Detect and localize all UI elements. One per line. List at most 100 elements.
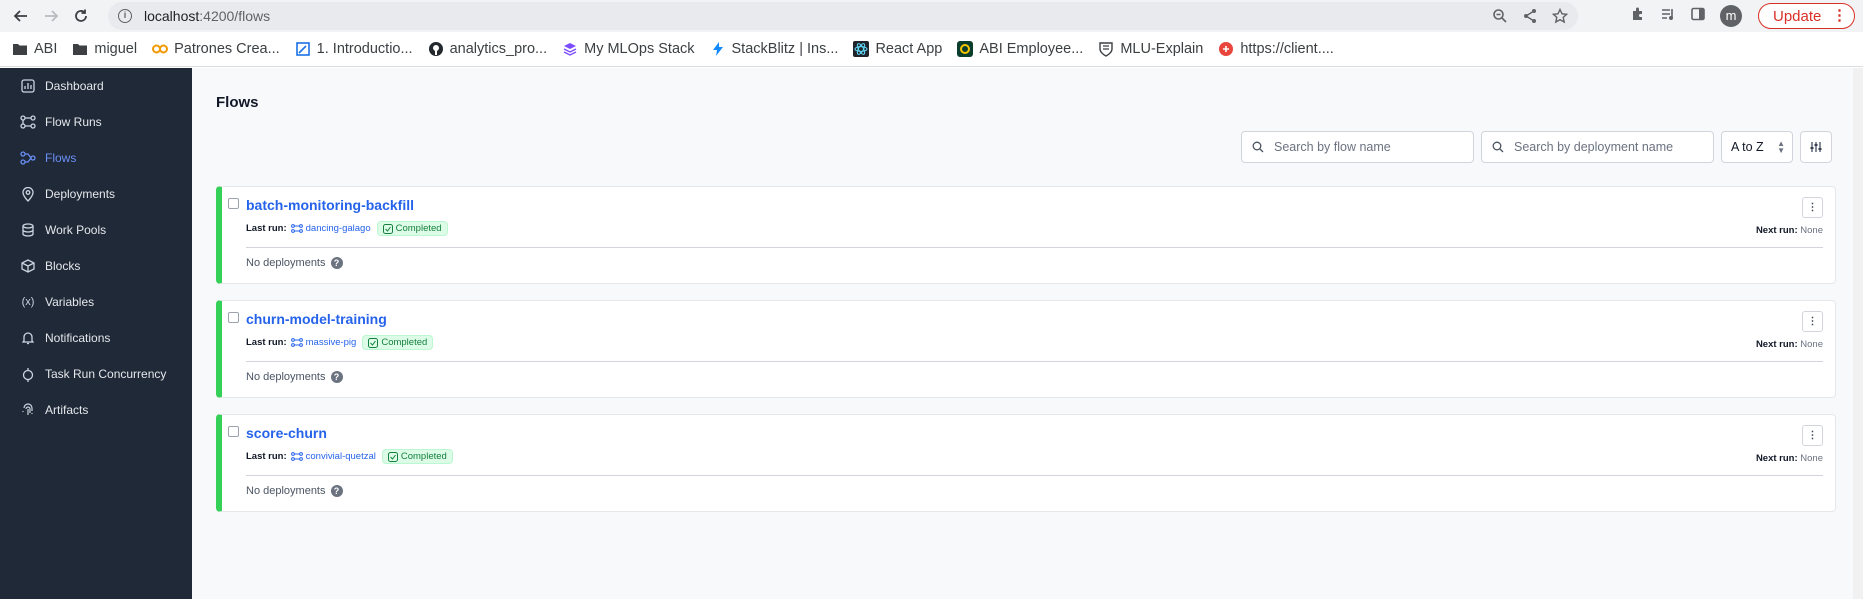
last-run-info: Last run: convivial-quetzal Completed: [246, 449, 453, 464]
dashboard-icon: [20, 78, 36, 94]
card-divider: [246, 475, 1823, 476]
sort-caret-icon: ▲ ▼: [1777, 139, 1785, 155]
page-scrollbar[interactable]: [1853, 68, 1863, 599]
bookmark-mlops[interactable]: My MLOps Stack: [562, 41, 695, 57]
react-icon: [853, 41, 870, 57]
bookmark-abi[interactable]: ABI: [12, 41, 57, 57]
sidebar-item-notifications[interactable]: Notifications: [0, 320, 192, 356]
sidebar-item-work-pools[interactable]: Work Pools: [0, 212, 192, 248]
bookmark-stackblitz[interactable]: StackBlitz | Ins...: [710, 41, 838, 57]
bookmark-mlu-explain[interactable]: MLU-Explain: [1098, 41, 1203, 57]
bolt-icon: [710, 41, 726, 57]
sidebar-item-task-run-concurrency[interactable]: Task Run Concurrency: [0, 356, 192, 392]
doc-icon: [295, 41, 311, 57]
extensions-puzzle-icon[interactable]: [1630, 6, 1646, 27]
deployments-info: No deployments?: [246, 485, 343, 497]
sidebar-item-flows[interactable]: Flows: [0, 140, 192, 176]
check-badge-icon: [382, 223, 393, 234]
bell-icon: [20, 330, 36, 346]
bookmark-client[interactable]: https://client....: [1218, 41, 1334, 57]
sidebar-item-artifacts[interactable]: Artifacts: [0, 392, 192, 428]
search-icon: [1252, 141, 1264, 153]
bookmark-abi-employee[interactable]: ABI Employee...: [957, 41, 1083, 57]
help-icon[interactable]: ?: [330, 371, 343, 383]
bookmarks-bar: ABI miguel Patrones Crea... 1. Introduct…: [0, 32, 1863, 67]
search-flow-input[interactable]: Search by flow name: [1241, 131, 1474, 163]
bookmark-react-app[interactable]: React App: [853, 41, 942, 57]
flow-run-icon: [290, 452, 303, 461]
concurrency-icon: [20, 366, 36, 382]
shield-icon: [1098, 41, 1114, 57]
sidebar-item-flow-runs[interactable]: Flow Runs: [0, 104, 192, 140]
status-badge: Completed: [376, 221, 448, 236]
folder-icon: [12, 41, 28, 57]
address-bar[interactable]: i localhost:4200/flows: [108, 2, 1578, 30]
bookmark-analytics[interactable]: analytics_pro...: [428, 41, 547, 57]
sidebar-item-dashboard[interactable]: Dashboard: [0, 68, 192, 104]
card-divider: [246, 361, 1823, 362]
site-info-icon[interactable]: i: [118, 9, 132, 23]
next-run-info: Next run: None: [1755, 453, 1823, 464]
search-deployment-placeholder: Search by deployment name: [1514, 140, 1674, 154]
sort-select[interactable]: A to Z ▲ ▼: [1721, 131, 1793, 163]
flow-menu-button[interactable]: ⋮: [1802, 311, 1823, 332]
flow-select-checkbox[interactable]: [228, 198, 239, 209]
update-button[interactable]: Update ⋮: [1758, 3, 1855, 29]
check-badge-icon: [387, 451, 398, 462]
sidebar-item-blocks[interactable]: Blocks: [0, 248, 192, 284]
back-arrow-icon[interactable]: [6, 1, 36, 31]
last-run-info: Last run: dancing-galago Completed: [246, 221, 448, 236]
media-control-icon[interactable]: [1660, 6, 1676, 27]
fingerprint-icon: [20, 402, 36, 418]
sidebar: Dashboard Flow Runs Flows Deployments Wo…: [0, 68, 192, 599]
flow-name-link[interactable]: score-churn: [246, 425, 327, 441]
flow-name-link[interactable]: batch-monitoring-backfill: [246, 197, 414, 213]
flow-card: churn-model-training ⋮ Last run: massive…: [216, 300, 1836, 398]
filter-settings-button[interactable]: [1800, 131, 1832, 163]
next-run-info: Next run: None: [1755, 225, 1823, 236]
flow-select-checkbox[interactable]: [228, 426, 239, 437]
search-flow-placeholder: Search by flow name: [1274, 140, 1391, 154]
flow-name-link[interactable]: churn-model-training: [246, 311, 387, 327]
forward-arrow-icon[interactable]: [36, 1, 66, 31]
deployments-icon: [20, 186, 36, 202]
sidebar-item-deployments[interactable]: Deployments: [0, 176, 192, 212]
check-badge-icon: [368, 337, 379, 348]
bookmark-introduccion[interactable]: 1. Introductio...: [295, 41, 413, 57]
abi-icon: [957, 41, 974, 57]
flow-card: score-churn ⋮ Last run: convivial-quetza…: [216, 414, 1836, 512]
last-run-link[interactable]: massive-pig: [290, 337, 356, 348]
help-icon[interactable]: ?: [330, 485, 343, 497]
last-run-link[interactable]: convivial-quetzal: [290, 451, 376, 462]
filters-bar: Search by flow name Search by deployment…: [1241, 131, 1832, 163]
github-icon: [428, 41, 444, 57]
profile-avatar[interactable]: m: [1720, 5, 1742, 27]
share-icon[interactable]: [1522, 8, 1538, 24]
status-badge: Completed: [381, 449, 453, 464]
flow-menu-button[interactable]: ⋮: [1802, 425, 1823, 446]
folder-icon: [72, 41, 88, 57]
flow-runs-icon: [20, 114, 36, 130]
next-run-info: Next run: None: [1755, 339, 1823, 350]
bookmark-patrones[interactable]: Patrones Crea...: [152, 41, 280, 57]
flow-menu-button[interactable]: ⋮: [1802, 197, 1823, 218]
deployments-info: No deployments?: [246, 371, 343, 383]
last-run-info: Last run: massive-pig Completed: [246, 335, 434, 350]
menu-dots-icon: ⋮: [1832, 7, 1847, 24]
flow-card: batch-monitoring-backfill ⋮ Last run: da…: [216, 186, 1836, 284]
flow-select-checkbox[interactable]: [228, 312, 239, 323]
zoom-icon[interactable]: [1492, 8, 1508, 24]
bookmark-miguel[interactable]: miguel: [72, 41, 137, 57]
side-panel-icon[interactable]: [1690, 6, 1706, 27]
browser-toolbar: i localhost:4200/flows m Update ⋮: [0, 0, 1863, 32]
variables-icon: (x): [21, 296, 35, 308]
url-text[interactable]: localhost:4200/flows: [144, 8, 270, 24]
bookmark-star-icon[interactable]: [1552, 8, 1568, 24]
search-deployment-input[interactable]: Search by deployment name: [1481, 131, 1714, 163]
page-title: Flows: [216, 94, 259, 111]
help-icon[interactable]: ?: [330, 257, 343, 269]
last-run-link[interactable]: dancing-galago: [290, 223, 371, 234]
sidebar-item-variables[interactable]: (x) Variables: [0, 284, 192, 320]
deployments-info: No deployments?: [246, 257, 343, 269]
reload-icon[interactable]: [66, 1, 96, 31]
